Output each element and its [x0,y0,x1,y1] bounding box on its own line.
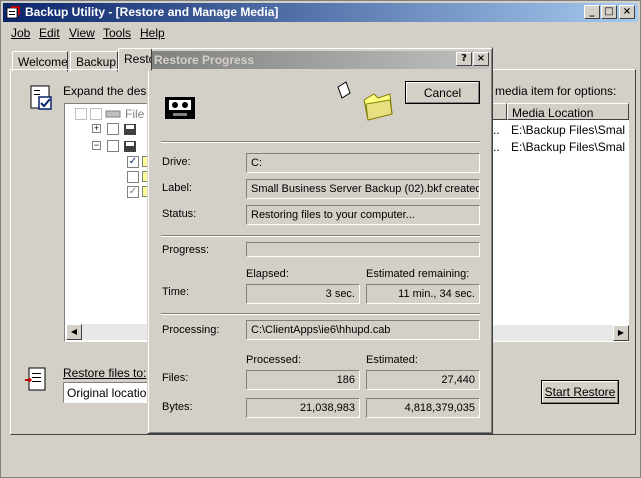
dialog-help-button[interactable]: ? [456,52,472,66]
bytes-label: Bytes: [162,401,193,413]
tree-media-checkbox-1[interactable] [107,123,119,135]
remaining-value: 11 min., 34 sec. [366,284,480,304]
bytes-processed: 21,038,983 [246,398,360,418]
elapsed-header: Elapsed: [246,268,289,280]
remaining-header: Estimated remaining: [366,268,470,280]
cancel-label: Cancel [423,85,462,100]
media-label-value: Small Business Server Backup (02).bkf cr… [246,179,480,199]
start-restore-label: Start Restore [544,385,616,399]
dialog-close-button[interactable]: × [473,52,489,66]
status-value: Restoring files to your computer... [246,205,480,225]
start-restore-button[interactable]: Start Restore [541,380,619,404]
main-title-bar[interactable]: Backup Utility - [Restore and Manage Med… [3,3,638,22]
menu-edit[interactable]: Edit [39,26,60,40]
restore-checklist-icon [30,85,52,110]
files-estimated: 27,440 [366,370,480,390]
processed-header: Processed: [246,354,302,366]
time-label: Time: [162,286,190,298]
files-label: Files: [162,372,189,384]
tape-drive-icon [165,97,195,119]
restore-instruction-left: Expand the desire [63,84,160,98]
menu-edit-label: Edit [39,26,60,40]
tree-item-checkbox-checked-3[interactable]: ✓ [127,186,139,198]
cancel-button[interactable]: Cancel [405,81,480,104]
media-row-dots-1: .. [493,123,500,137]
tape-media-icon [124,124,136,135]
scroll-right-icon[interactable]: ▶ [613,325,629,341]
progress-bar [246,242,480,257]
backup-app-icon [6,6,20,19]
menu-help[interactable]: Help [140,26,165,40]
menu-view-label: View [69,26,95,40]
label-label: Label: [162,182,192,194]
drive-value: C: [246,153,480,173]
media-list[interactable]: .. E:\Backup Files\Smal .. E:\Backup Fil… [491,120,629,342]
window-title: Backup Utility - [Restore and Manage Med… [25,5,279,19]
drive-label: Drive: [162,156,191,168]
flying-document-icon [337,81,351,99]
menu-job[interactable]: Job [11,26,30,40]
media-row-2[interactable]: E:\Backup Files\Smal [511,140,625,154]
menu-tools-label: Tools [103,26,132,40]
tree-expand-plus-icon[interactable]: + [92,124,101,133]
processing-label: Processing: [162,324,220,336]
tree-root-checkbox[interactable] [75,108,87,120]
status-label: Status: [162,208,197,220]
processing-value: C:\ClientApps\ie6\hhupd.cab [246,320,480,340]
progress-label: Progress: [162,244,210,256]
menu-tools[interactable]: Tools [103,26,131,40]
restore-to-label: Restore files to: [63,366,147,380]
media-column-header-left[interactable] [491,103,507,120]
tree-media-checkbox-2[interactable] [107,140,119,152]
media-row-1[interactable]: E:\Backup Files\Smal [511,123,625,137]
menu-job-label: Job [11,26,31,40]
maximize-button[interactable]: □ [601,5,617,19]
tree-collapse-minus-icon[interactable]: − [92,141,101,150]
estimated-header: Estimated: [366,354,418,366]
separator-3 [161,313,480,315]
drive-icon [105,110,121,118]
tree-item-checkbox-2[interactable] [127,171,139,183]
restore-destination-icon [25,367,46,391]
tree-item-checkbox-checked-1[interactable]: ✓ [127,156,139,168]
bytes-estimated: 4,818,379,035 [366,398,480,418]
files-processed: 186 [246,370,360,390]
media-location-column-header[interactable]: Media Location [507,103,629,120]
dialog-title: Restore Progress [154,53,255,67]
elapsed-value: 3 sec. [246,284,360,304]
close-button[interactable]: × [619,5,635,19]
menu-view[interactable]: View [69,26,95,40]
restore-progress-dialog: Restore Progress ? × Cancel Drive: C: La… [147,47,493,434]
minimize-button[interactable]: _ [584,5,600,19]
dialog-title-bar[interactable]: Restore Progress ? × [151,51,489,69]
open-folder-icon [363,93,393,121]
media-row-dots-2: .. [493,140,500,154]
restore-location-select[interactable]: Original location [63,382,151,403]
media-horizontal-scrollbar[interactable]: ▶ [491,325,629,341]
separator-1 [161,141,480,143]
scroll-left-icon[interactable]: ◀ [66,324,82,340]
menu-bar: Job Edit View Tools Help [3,23,638,42]
separator-2 [161,235,480,237]
tree-root-label: File [125,107,145,121]
tree-root-checkbox-2[interactable] [90,108,102,120]
tab-restore[interactable]: Resto [118,48,152,71]
tape-media-icon-2 [124,141,136,152]
restore-instruction-right: media item for options: [495,84,617,98]
menu-help-label: Help [140,26,165,40]
